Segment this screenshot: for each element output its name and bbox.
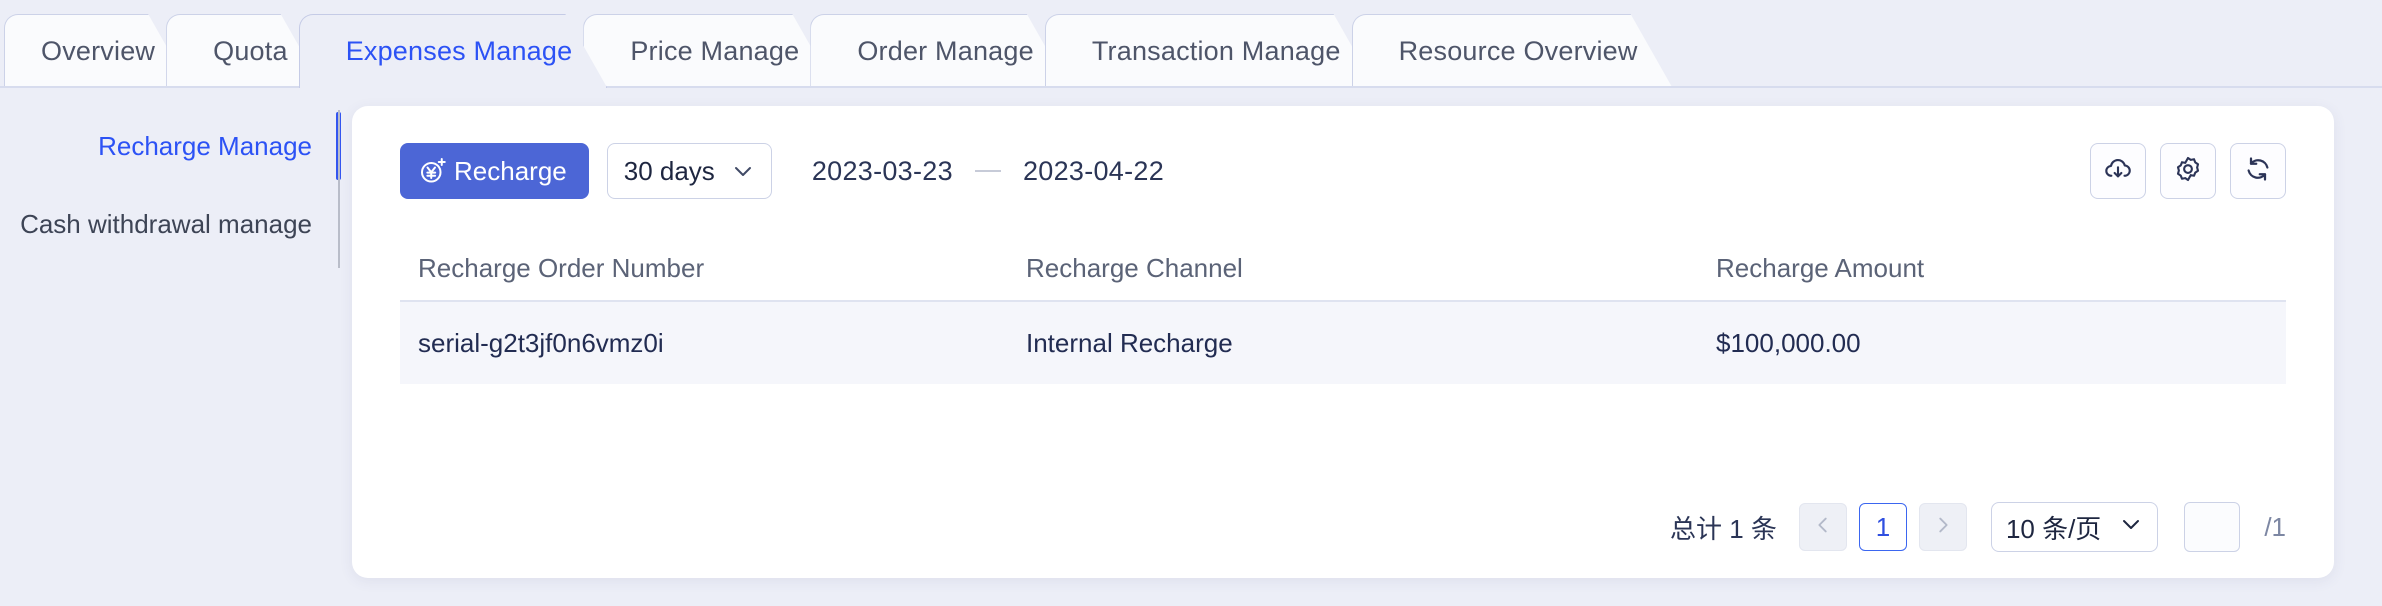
toolbar-action-buttons [2090,143,2286,199]
chevron-down-icon [731,159,755,183]
download-icon [2103,154,2133,189]
sidebar-divider [338,110,340,268]
pagination-next-button[interactable] [1918,503,1967,551]
yuan-plus-circle-icon [418,156,448,186]
side-navigation: Recharge Manage Cash withdrawal manage [0,88,341,606]
sidebar-item-label: Recharge Manage [98,130,312,161]
content-card: Recharge 30 days 2023-03-23 2023-04-22 R… [352,106,2334,578]
column-header-order-number: Recharge Order Number [418,252,705,283]
recharge-table: Recharge Order Number Recharge Channel R… [400,236,2286,384]
pagination-total: 总计 1 条 [1670,513,1777,544]
table-header-row: Recharge Order Number Recharge Channel R… [400,236,2286,302]
cell-channel: Internal Recharge [1026,327,1233,358]
tab-price-manage[interactable]: Price Manage [583,14,834,88]
chevron-right-icon [1932,514,1954,541]
recharge-button-label: Recharge [454,155,567,186]
date-range-end: 2023-04-22 [1022,155,1165,186]
date-range-preset-value: 30 days [623,155,715,186]
content-area: Recharge 30 days 2023-03-23 2023-04-22 R… [340,88,2382,606]
table-row[interactable]: serial-g2t3jf0n6vmz0i Internal Recharge … [400,302,2286,384]
page-size-select[interactable]: 10 条/页 [1990,502,2159,552]
sidebar-item-cash-withdrawal-manage[interactable]: Cash withdrawal manage [0,196,340,252]
date-range-display[interactable]: 2023-03-23 2023-04-22 [812,156,1164,187]
tab-label: Expenses Manage [345,36,573,66]
tab-order-manage[interactable]: Order Manage [810,14,1069,88]
cell-amount: $100,000.00 [1716,327,1861,358]
chevron-left-icon [1812,514,1834,541]
table-toolbar: Recharge 30 days 2023-03-23 2023-04-22 [400,140,2286,202]
pagination-prev-button[interactable] [1798,503,1847,551]
cell-order-number: serial-g2t3jf0n6vmz0i [418,327,664,358]
tab-resource-overview[interactable]: Resource Overview [1352,14,1673,88]
refresh-icon [2243,154,2273,189]
pagination-total-pages: /1 [2264,511,2286,542]
sidebar-item-label: Cash withdrawal manage [20,208,312,239]
settings-button[interactable] [2160,143,2216,199]
date-range-start: 2023-03-23 [811,155,953,186]
tab-label: Price Manage [630,36,800,66]
column-header-amount: Recharge Amount [1716,252,1925,283]
page-jump-input[interactable] [2184,502,2241,552]
workspace: Recharge Manage Cash withdrawal manage R… [0,88,2382,606]
sidebar-item-recharge-manage[interactable]: Recharge Manage [0,112,341,180]
tab-strip: Overview Quota Expenses Manage Price Man… [4,0,2382,88]
tab-label: Transaction Manage [1091,36,1341,66]
tab-label: Order Manage [857,36,1034,66]
pagination: 总计 1 条 1 10 条/页 /1 [400,502,2286,552]
date-range-separator [974,170,1001,172]
tab-label: Resource Overview [1398,36,1638,66]
tab-label: Overview [41,36,156,66]
refresh-button[interactable] [2230,143,2286,199]
download-button[interactable] [2090,143,2146,199]
date-range-preset-select[interactable]: 30 days [606,143,772,199]
gear-icon [2173,154,2203,189]
chevron-down-icon [2119,512,2143,543]
tab-overview[interactable]: Overview [4,14,190,88]
tab-label: Quota [213,36,288,66]
page-size-value: 10 条/页 [2005,513,2102,544]
pagination-page-1[interactable]: 1 [1858,503,1907,551]
main-tab-bar: Overview Quota Expenses Manage Price Man… [0,0,2382,88]
tab-transaction-manage[interactable]: Transaction Manage [1045,14,1376,88]
recharge-button[interactable]: Recharge [400,143,589,199]
column-header-channel: Recharge Channel [1026,252,1243,283]
tab-expenses-manage[interactable]: Expenses Manage [299,14,608,88]
